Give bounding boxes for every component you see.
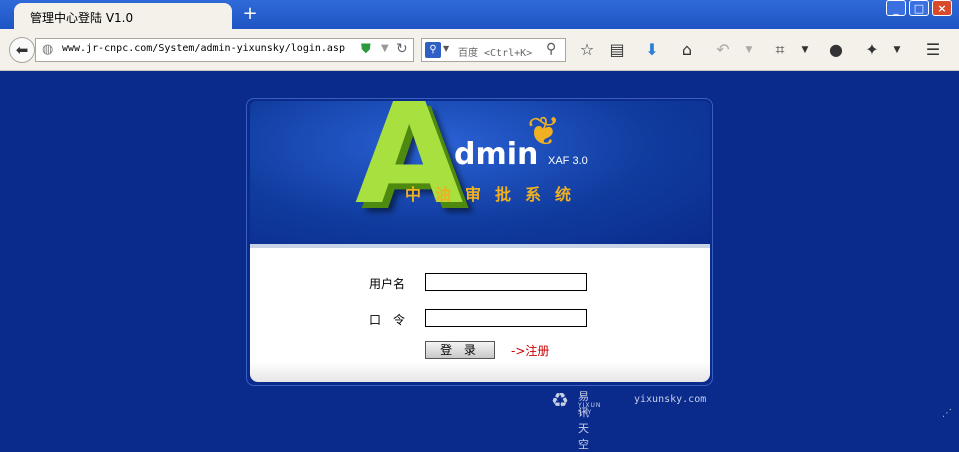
search-engine-icon[interactable]: ⚲ bbox=[425, 42, 441, 58]
maximize-button[interactable]: □ bbox=[909, 0, 929, 16]
new-tab-button[interactable]: + bbox=[240, 4, 260, 24]
menu-icon[interactable]: ☰ bbox=[922, 39, 944, 61]
system-name: 中油审批系统 bbox=[405, 185, 586, 204]
tab-bar: 管理中心登陆 V1.0 + _ □ × bbox=[0, 0, 959, 29]
puzzle-icon[interactable]: ✦ bbox=[861, 39, 883, 61]
star-icon[interactable]: ☆ bbox=[576, 39, 598, 61]
url-bar[interactable]: ◍ www.jr-cnpc.com/System/admin-yixunsky/… bbox=[35, 38, 414, 62]
download-icon[interactable]: ⬇ bbox=[641, 39, 663, 61]
password-label: 口 令 bbox=[369, 313, 406, 327]
login-button[interactable]: 登 录 bbox=[425, 341, 495, 359]
resize-grip-icon[interactable]: ⋰ bbox=[942, 408, 952, 419]
minimize-button[interactable]: _ bbox=[886, 0, 906, 16]
username-label: 用户名 bbox=[369, 277, 406, 291]
chevron-down-icon[interactable]: ▼ bbox=[886, 39, 908, 61]
brand-en: YIXUN SKY bbox=[578, 402, 602, 416]
chevron-down-icon[interactable]: ▼ bbox=[443, 44, 449, 53]
login-form: 用户名 口 令 登 录 ->注册 bbox=[250, 248, 710, 382]
globe-icon: ◍ bbox=[42, 42, 54, 57]
back-icon[interactable]: ⬅ bbox=[9, 37, 35, 63]
url-text[interactable]: www.jr-cnpc.com/System/admin-yixunsky/lo… bbox=[62, 43, 345, 54]
search-input[interactable]: 百度 <Ctrl+K> bbox=[458, 44, 532, 59]
tab-title: 管理中心登陆 V1.0 bbox=[30, 11, 134, 25]
crop-icon[interactable]: ⌗ bbox=[769, 39, 791, 61]
chevron-down-icon[interactable]: ▼ bbox=[381, 43, 389, 54]
password-input[interactable] bbox=[425, 309, 587, 327]
tab-active[interactable]: 管理中心登陆 V1.0 bbox=[14, 3, 232, 29]
logo-word: dmin bbox=[454, 137, 539, 172]
logo-letter: A bbox=[355, 101, 464, 236]
brand-domain: yixunsky.com bbox=[634, 394, 707, 405]
chevron-down-icon[interactable]: ▼ bbox=[794, 39, 816, 61]
butterfly-icon: ❦ bbox=[527, 109, 561, 155]
search-icon[interactable]: ⚲ bbox=[546, 41, 556, 57]
recycle-logo-icon: ♻ bbox=[551, 388, 569, 412]
login-banner: A dmin ❦ XAF 3.0 中油审批系统 bbox=[250, 101, 710, 246]
close-button[interactable]: × bbox=[932, 0, 952, 16]
nav-bar: ⬅ ◍ www.jr-cnpc.com/System/admin-yixunsk… bbox=[0, 29, 959, 71]
register-link[interactable]: ->注册 bbox=[511, 342, 549, 359]
home-icon[interactable]: ⌂ bbox=[676, 39, 698, 61]
search-bar[interactable]: ⚲ ▼ 百度 <Ctrl+K> ⚲ bbox=[421, 38, 566, 62]
reload-icon[interactable]: ↻ bbox=[396, 41, 408, 57]
brand-cn: 易讯天空 bbox=[578, 390, 589, 451]
reading-list-icon[interactable]: ▤ bbox=[606, 39, 628, 61]
version-label: XAF 3.0 bbox=[548, 155, 588, 167]
chat-icon[interactable]: ● bbox=[825, 39, 847, 61]
chevron-down-icon[interactable]: ▼ bbox=[738, 39, 760, 61]
username-input[interactable] bbox=[425, 273, 587, 291]
shield-icon[interactable]: ⛊ bbox=[361, 42, 371, 57]
undo-icon[interactable]: ↶ bbox=[712, 39, 734, 61]
